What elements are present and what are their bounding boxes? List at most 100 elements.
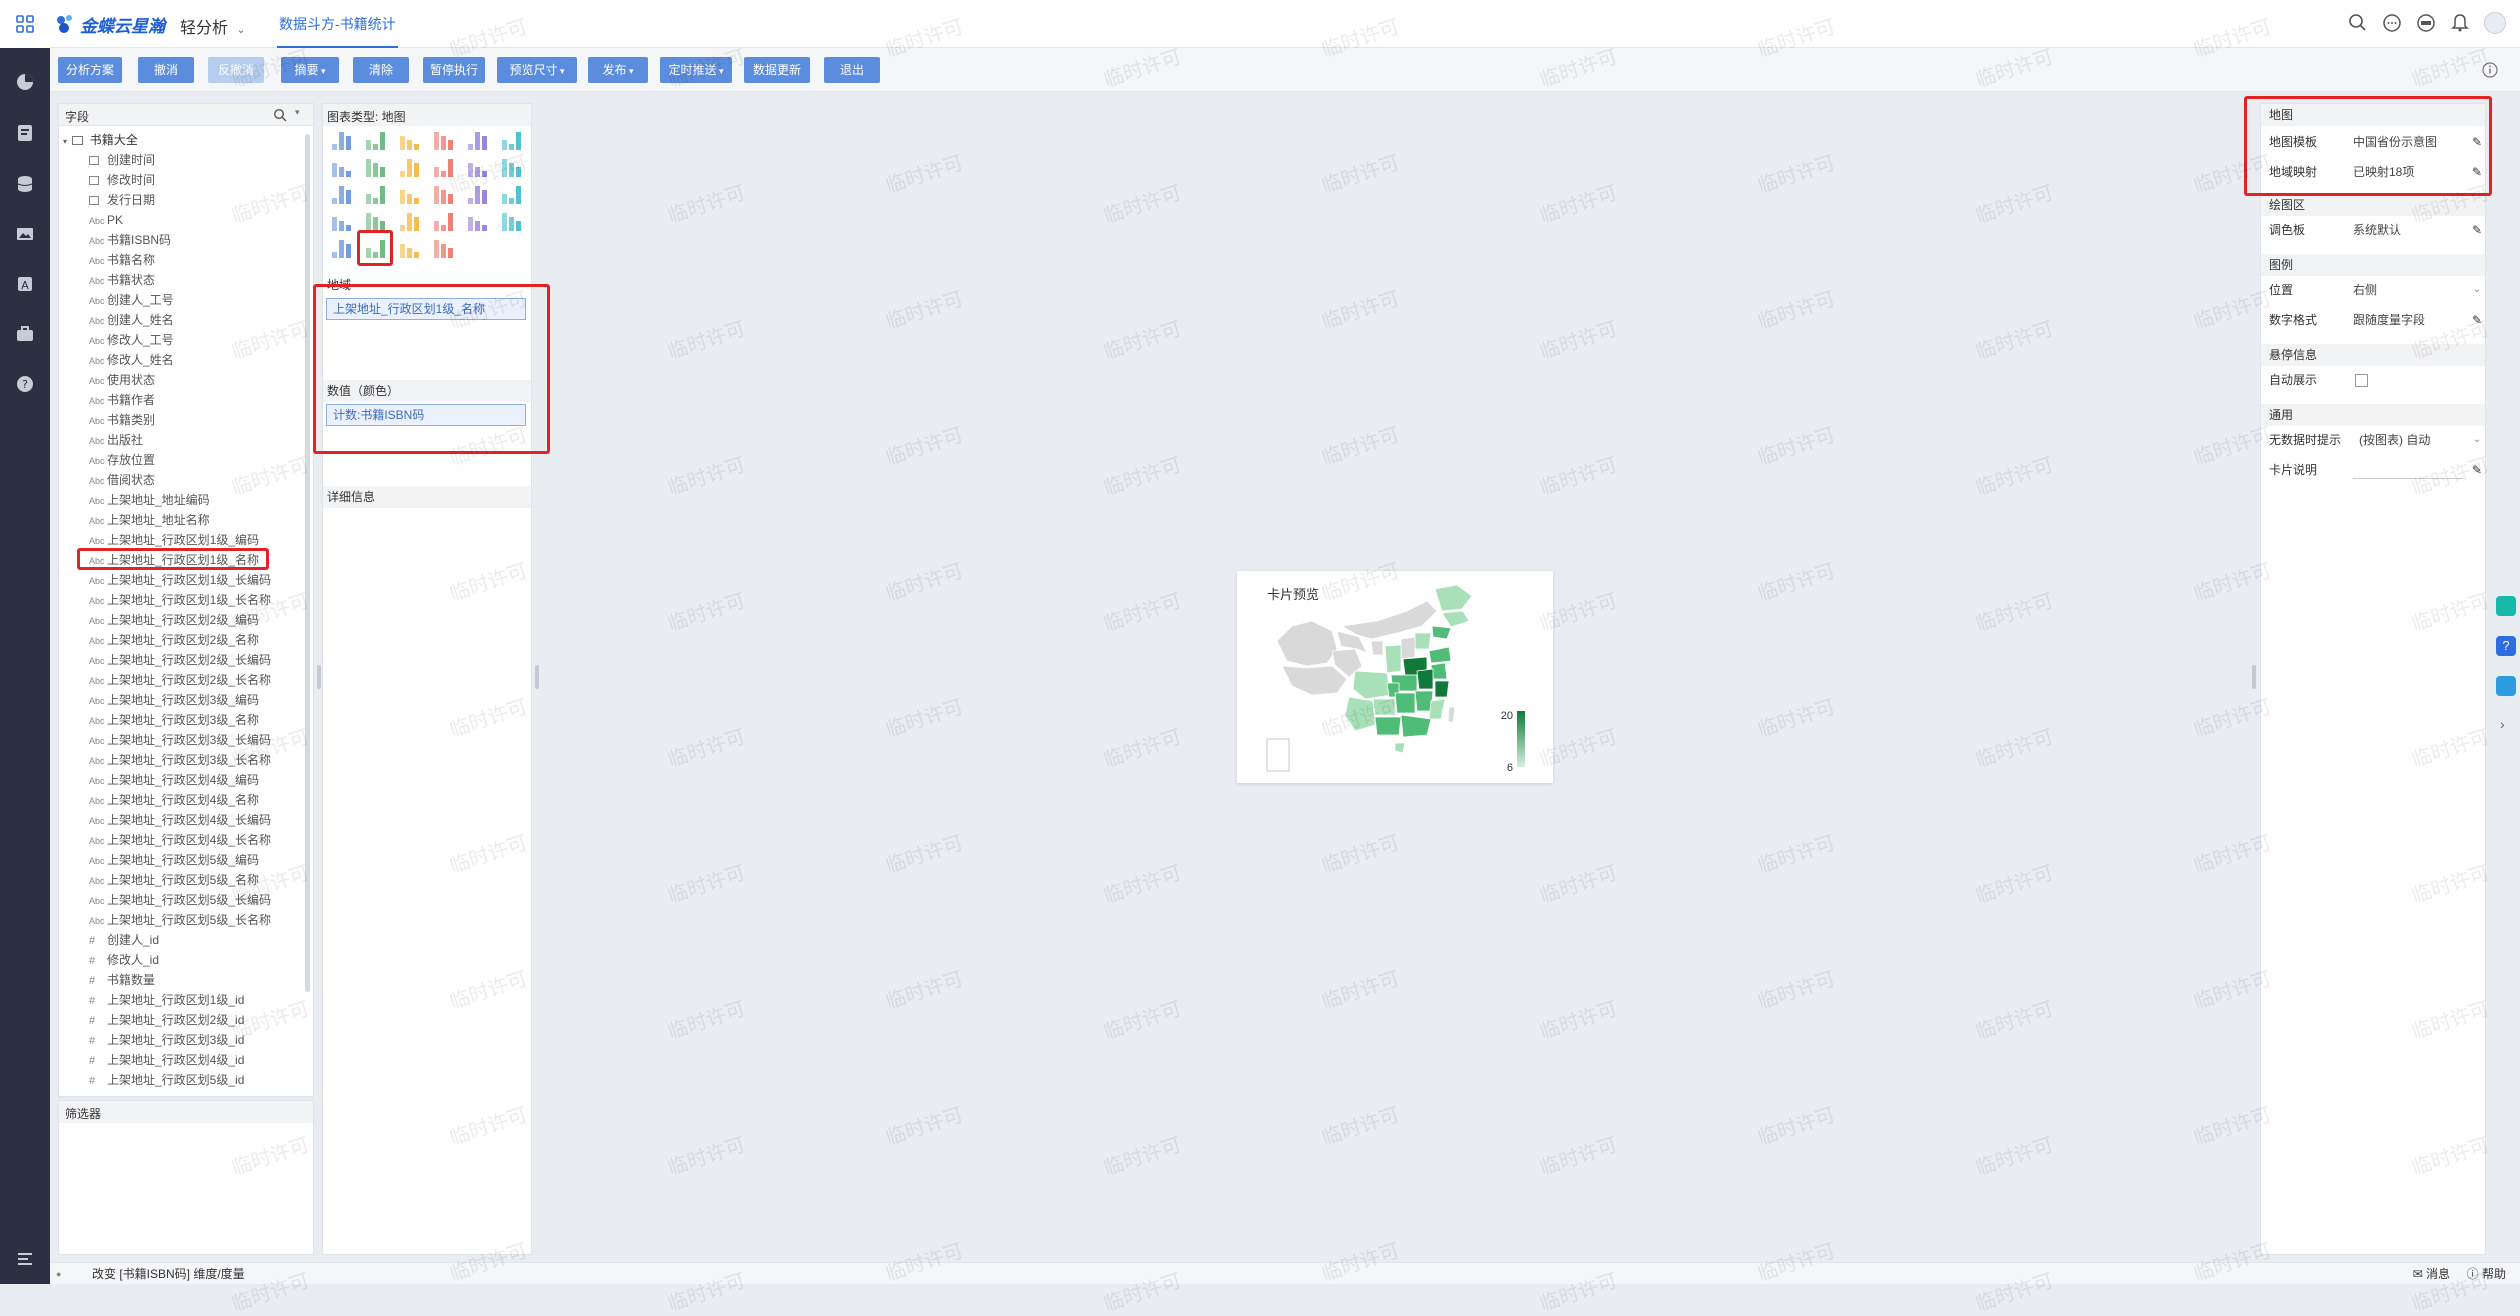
province-shandong[interactable] — [1428, 646, 1452, 664]
preview-card[interactable]: 卡片预览 20 6 — [1237, 571, 1553, 783]
province-shaanxi[interactable] — [1384, 644, 1402, 674]
field-item[interactable]: Abc 上架地址_行政区划2级_名称 — [89, 630, 259, 650]
no-data-row[interactable]: 无数据时提示 (按图表) 自动 ⌄ — [2269, 428, 2485, 452]
module-switcher[interactable]: 轻分析 ⌄ — [180, 14, 246, 38]
field-item[interactable]: Abc 借阅状态 — [89, 470, 155, 490]
value-dropzone[interactable]: 计数:书籍ISBN码 — [326, 404, 526, 426]
field-item[interactable]: Abc 创建人_姓名 — [89, 310, 174, 330]
field-scrollbar[interactable] — [305, 134, 310, 992]
legend-position-row[interactable]: 位置 右侧 ⌄ — [2269, 278, 2485, 302]
province-xinjiang[interactable] — [1276, 620, 1338, 667]
field-item[interactable]: Abc 上架地址_行政区划1级_长编码 — [89, 570, 271, 590]
chart-type-percent-column-icon[interactable] — [497, 128, 525, 150]
field-item[interactable]: Abc 存放位置 — [89, 450, 155, 470]
province-fujian[interactable] — [1428, 698, 1446, 720]
briefcase-icon[interactable] — [13, 322, 37, 346]
chart-type-map-icon[interactable] — [361, 236, 389, 258]
field-item[interactable]: Abc 上架地址_行政区划1级_长名称 — [89, 590, 271, 610]
edit-icon[interactable]: ✎ — [2469, 164, 2485, 180]
chevron-down-icon[interactable]: ⌄ — [2469, 282, 2485, 298]
field-item[interactable]: Abc 上架地址_行政区划4级_名称 — [89, 790, 259, 810]
toolbar-button[interactable]: 摘要 ▾ — [281, 57, 339, 83]
caret-down-icon[interactable]: ▾ — [295, 107, 300, 118]
image-icon[interactable] — [13, 222, 37, 246]
toolbar-button[interactable]: 暂停执行 — [423, 57, 485, 83]
avatar[interactable] — [2484, 12, 2506, 34]
chart-type-column-icon[interactable] — [429, 128, 457, 150]
splitter-handle[interactable] — [317, 665, 321, 689]
field-item[interactable]: # 修改人_id — [89, 950, 159, 970]
help-float-icon[interactable]: ? — [2496, 636, 2516, 656]
field-item[interactable]: Abc 书籍类别 — [89, 410, 155, 430]
chart-type-area-icon[interactable] — [463, 155, 491, 177]
toolbar-button[interactable]: 数据更新 — [744, 57, 810, 83]
chart-type-combo-icon[interactable] — [327, 182, 355, 204]
province-xizang[interactable] — [1281, 665, 1348, 696]
chart-type-line-icon[interactable] — [429, 155, 457, 177]
toolbar-button[interactable]: 定时推送 ▾ — [660, 57, 732, 83]
china-map[interactable]: 20 6 — [1237, 571, 1553, 783]
province-jilin[interactable] — [1441, 610, 1470, 628]
assistant-icon[interactable] — [2496, 596, 2516, 616]
chart-type-funnel-icon[interactable] — [497, 182, 525, 204]
field-item[interactable]: Abc 上架地址_行政区划4级_编码 — [89, 770, 259, 790]
toolbar-button[interactable]: 反撤消 — [208, 57, 264, 83]
card-desc-input[interactable] — [2353, 478, 2463, 479]
field-item[interactable]: # 上架地址_行政区划5级_id — [89, 1070, 244, 1090]
chart-type-treemap-icon[interactable] — [463, 209, 491, 231]
auto-show-checkbox[interactable] — [2355, 374, 2368, 387]
messages-button[interactable]: ✉ 消息 — [2413, 1263, 2450, 1285]
province-jiangsu[interactable] — [1430, 662, 1448, 680]
field-item[interactable]: Abc 上架地址_地址名称 — [89, 510, 210, 530]
edit-icon[interactable]: ✎ — [2469, 312, 2485, 328]
splitter-handle[interactable] — [2252, 665, 2256, 689]
province-hebei[interactable] — [1414, 632, 1432, 650]
chart-type-bubble-icon[interactable] — [429, 209, 457, 231]
app-grid-button[interactable] — [0, 0, 50, 48]
field-item[interactable]: Abc 使用状态 — [89, 370, 155, 390]
toolbar-button[interactable]: 发布 ▾ — [588, 57, 648, 83]
toolbar-button[interactable]: 清除 — [353, 57, 409, 83]
field-item[interactable]: Abc 上架地址_行政区划3级_名称 — [89, 710, 259, 730]
tab-active[interactable]: 数据斗方-书籍统计 — [277, 0, 398, 48]
field-tree-root[interactable]: ▾ 书籍大全 — [63, 130, 138, 150]
field-item[interactable]: Abc 出版社 — [89, 430, 143, 450]
field-item[interactable]: Abc PK — [89, 210, 123, 230]
database-icon[interactable] — [13, 172, 37, 196]
chart-type-table-icon[interactable] — [327, 128, 355, 150]
field-item[interactable]: Abc 创建人_工号 — [89, 290, 174, 310]
province-guangxi[interactable] — [1374, 716, 1402, 736]
chart-type-scatter-icon[interactable] — [429, 182, 457, 204]
field-item[interactable]: Abc 书籍作者 — [89, 390, 155, 410]
province-hunan[interactable] — [1394, 692, 1416, 714]
chart-type-stacked-area-icon[interactable] — [497, 155, 525, 177]
province-yunnan[interactable] — [1344, 696, 1376, 732]
chart-type-rose-icon[interactable] — [327, 209, 355, 231]
card-desc-row[interactable]: 卡片说明 ✎ — [2269, 458, 2485, 482]
help-button[interactable]: ⓘ 帮助 — [2467, 1263, 2506, 1285]
field-item[interactable]: Abc 上架地址_行政区划2级_长编码 — [89, 650, 271, 670]
report-icon[interactable] — [13, 121, 37, 145]
edit-icon[interactable]: ✎ — [2469, 462, 2485, 478]
field-item[interactable]: Abc 上架地址_行政区划4级_长编码 — [89, 810, 271, 830]
province-guizhou[interactable] — [1372, 698, 1396, 716]
map-template-row[interactable]: 地图模板 中国省份示意图 ✎ — [2269, 130, 2485, 154]
field-item[interactable]: # 书籍数量 — [89, 970, 155, 990]
field-item[interactable]: 发行日期 — [89, 190, 155, 210]
province-taiwan[interactable] — [1447, 706, 1456, 724]
chart-type-stacked-bar-icon[interactable] — [361, 155, 389, 177]
field-item[interactable]: Abc 书籍状态 — [89, 270, 155, 290]
region-map-row[interactable]: 地域映射 已映射18项 ✎ — [2269, 160, 2485, 184]
chart-type-pie-icon[interactable] — [395, 182, 423, 204]
field-item[interactable]: 修改时间 — [89, 170, 155, 190]
region-field-chip[interactable]: 上架地址_行政区划1级_名称 — [333, 302, 485, 316]
province-heilongjiang[interactable] — [1434, 584, 1473, 612]
chart-type-stacked-column-icon[interactable] — [463, 128, 491, 150]
province-anhui[interactable] — [1416, 668, 1434, 690]
field-item[interactable]: Abc 上架地址_行政区划4级_长名称 — [89, 830, 271, 850]
value-field-chip[interactable]: 计数:书籍ISBN码 — [333, 408, 424, 422]
field-item[interactable]: 创建时间 — [89, 150, 155, 170]
chart-type-donut-icon[interactable] — [361, 209, 389, 231]
toolbar-button[interactable]: 撤消 — [138, 57, 194, 83]
field-item[interactable]: Abc 上架地址_地址编码 — [89, 490, 210, 510]
